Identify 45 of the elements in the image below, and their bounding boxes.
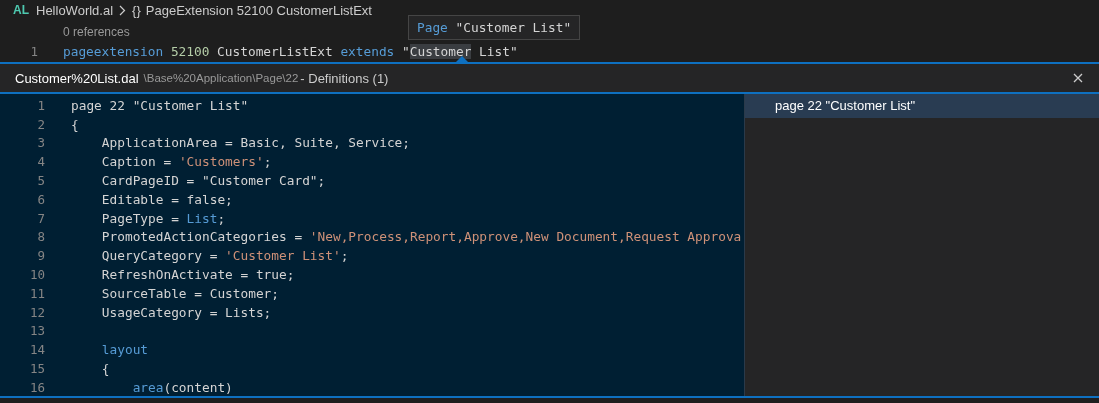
line-number: 1 [29, 43, 39, 59]
code-line: area(content) [131, 379, 233, 395]
code-line: UsageCategory = Lists; [100, 304, 272, 320]
code-line: SourceTable = Customer; [100, 285, 280, 301]
peek-file-path: \Base%20Application\Page\22 [143, 72, 299, 84]
line-number: 8 [36, 229, 45, 245]
code-line: layout [100, 342, 149, 358]
code-line: { [71, 116, 79, 132]
code-line: pageextension 52100 CustomerListExt extends "Customer List" [63, 43, 518, 59]
line-number: 4 [36, 154, 45, 170]
peek-title: - Definitions (1) [300, 70, 389, 86]
code-line: PromotedActionCategories = 'New,Process,Report,Approve,New Document,Request Approva [100, 229, 742, 245]
line-number: 7 [36, 210, 45, 226]
line-number: 12 [28, 304, 45, 320]
line-number: 10 [28, 267, 45, 283]
code-line: RefreshOnActivate = true; [100, 267, 295, 283]
code-line: ApplicationArea = Basic, Suite, Service; [100, 135, 410, 151]
al-file-icon: AL [13, 3, 29, 17]
hover-tooltip: Page "Customer List" [408, 15, 581, 40]
line-number: 11 [28, 285, 45, 301]
code-line: Editable = false; [100, 191, 233, 207]
line-number: 2 [36, 116, 45, 132]
line-number: 1 [36, 97, 45, 113]
code-line: CardPageID = "Customer Card"; [100, 173, 326, 189]
braces-icon: {} [132, 2, 141, 18]
line-number: 3 [36, 135, 45, 151]
line-number: 13 [28, 323, 45, 339]
line-number: 6 [36, 191, 45, 207]
chevron-right-icon [119, 4, 127, 16]
code-line: QueryCategory = 'Customer List'; [100, 248, 349, 264]
breadcrumb-symbol[interactable]: PageExtension 52100 CustomerListExt [145, 2, 372, 18]
reference-item[interactable]: page 22 "Customer List" [745, 94, 1099, 118]
breadcrumb-file[interactable]: HelloWorld.al [36, 2, 114, 18]
peek-file-name: Customer%20List.dal [15, 70, 139, 86]
line-number: 16 [28, 379, 45, 395]
line-number: 9 [36, 248, 45, 264]
code-line: Caption = 'Customers'; [100, 154, 272, 170]
code-line: page 22 "Customer List" [71, 97, 249, 113]
line-number: 15 [28, 361, 45, 377]
codelens[interactable]: 0 references [63, 20, 130, 41]
code-line: { [100, 361, 110, 377]
close-icon[interactable] [1073, 73, 1083, 83]
line-number: 14 [28, 342, 45, 358]
line-number: 5 [36, 173, 45, 189]
code-line: PageType = List; [100, 210, 226, 226]
